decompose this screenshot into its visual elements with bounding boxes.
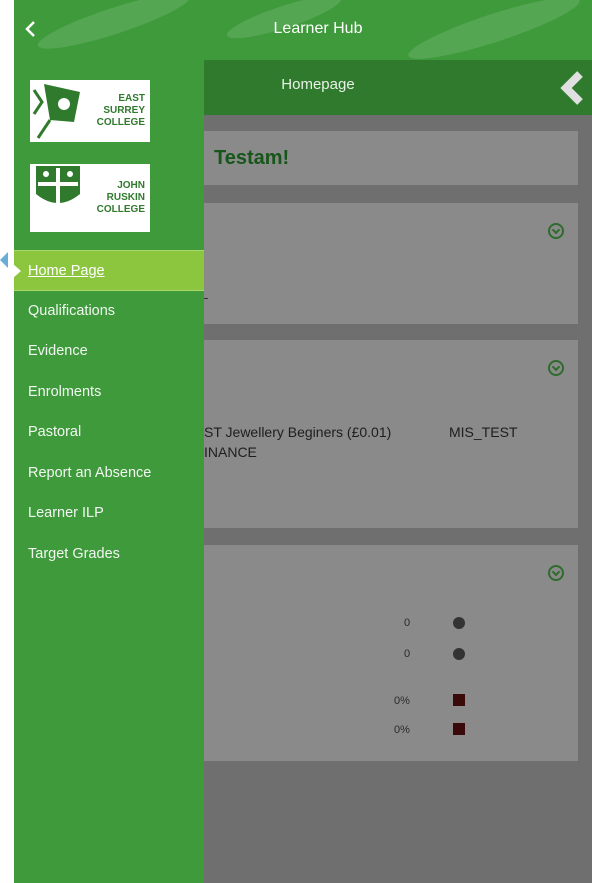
app-title: Learner Hub [273,20,363,37]
menu-item-home-page[interactable]: Home Page [14,250,204,291]
menu-item-target-grades[interactable]: Target Grades [14,534,204,575]
enrolment-course: ST Jewellery Beginers (£0.01) [204,424,392,440]
menu-item-label: Enrolments [28,383,102,400]
status-dot-icon [453,648,465,660]
enrolment-finance: INANCE [204,444,257,460]
collapse-menu-button[interactable] [554,68,590,108]
navigation-drawer: EAST SURREY COLLEGE JOHN RUSKIN COLLEGE [14,60,204,883]
stat-value: 0% [394,695,410,707]
menu-item-label: Learner ILP [28,505,104,521]
menu-item-learner-ilp[interactable]: Learner ILP [14,493,204,534]
expand-circle-icon[interactable] [548,360,564,376]
menu-item-evidence[interactable]: Evidence [14,331,204,372]
drawer-menu: Home Page Qualifications Evidence Enrolm… [14,250,204,574]
expand-circle-icon[interactable] [548,223,564,239]
menu-item-report-absence[interactable]: Report an Absence [14,453,204,494]
shield-icon [36,166,80,204]
enrolment-card: ST Jewellery Beginers (£0.01) MIS_TEST I… [204,340,578,528]
menu-item-label: Pastoral [28,424,82,440]
menu-item-label: Report an Absence [28,464,152,481]
stat-value: 0 [404,617,411,629]
east-surrey-college-logo: EAST SURREY COLLEGE [30,80,150,142]
info-card [204,203,578,324]
menu-item-label: Home Page [28,263,105,279]
enrolment-code: MIS_TEST [449,424,518,440]
menu-item-qualifications[interactable]: Qualifications [14,291,204,332]
stat-value: 0% [394,724,410,736]
john-ruskin-logo-text: JOHN RUSKIN COLLEGE [96,180,145,215]
greeting-text: Testam! [214,147,290,169]
active-pointer-icon [14,264,21,278]
chevron-left-icon [560,71,583,105]
stats-card: 0 0 0% 0% [204,545,578,761]
divider [204,298,208,299]
top-bar: Learner Hub [14,0,592,60]
menu-item-pastoral[interactable]: Pastoral [14,412,204,453]
expand-circle-icon[interactable] [548,565,564,581]
menu-item-enrolments[interactable]: Enrolments [14,372,204,413]
greeting-card: Testam! [204,131,578,185]
drawer-edge-marker [0,252,8,268]
menu-item-label: Target Grades [28,545,120,562]
menu-item-label: Qualifications [28,302,116,319]
john-ruskin-college-logo: JOHN RUSKIN COLLEGE [30,164,150,232]
east-surrey-logo-text: EAST SURREY COLLEGE [96,93,145,128]
status-square-icon [453,694,465,706]
menu-item-label: Evidence [28,343,88,359]
east-surrey-logo-icon [32,84,80,139]
status-square-icon [453,723,465,735]
stat-value: 0 [404,648,411,660]
app-window: Learner Hub Homepage Testam! ST Jeweller… [14,0,592,883]
status-dot-icon [453,617,465,629]
